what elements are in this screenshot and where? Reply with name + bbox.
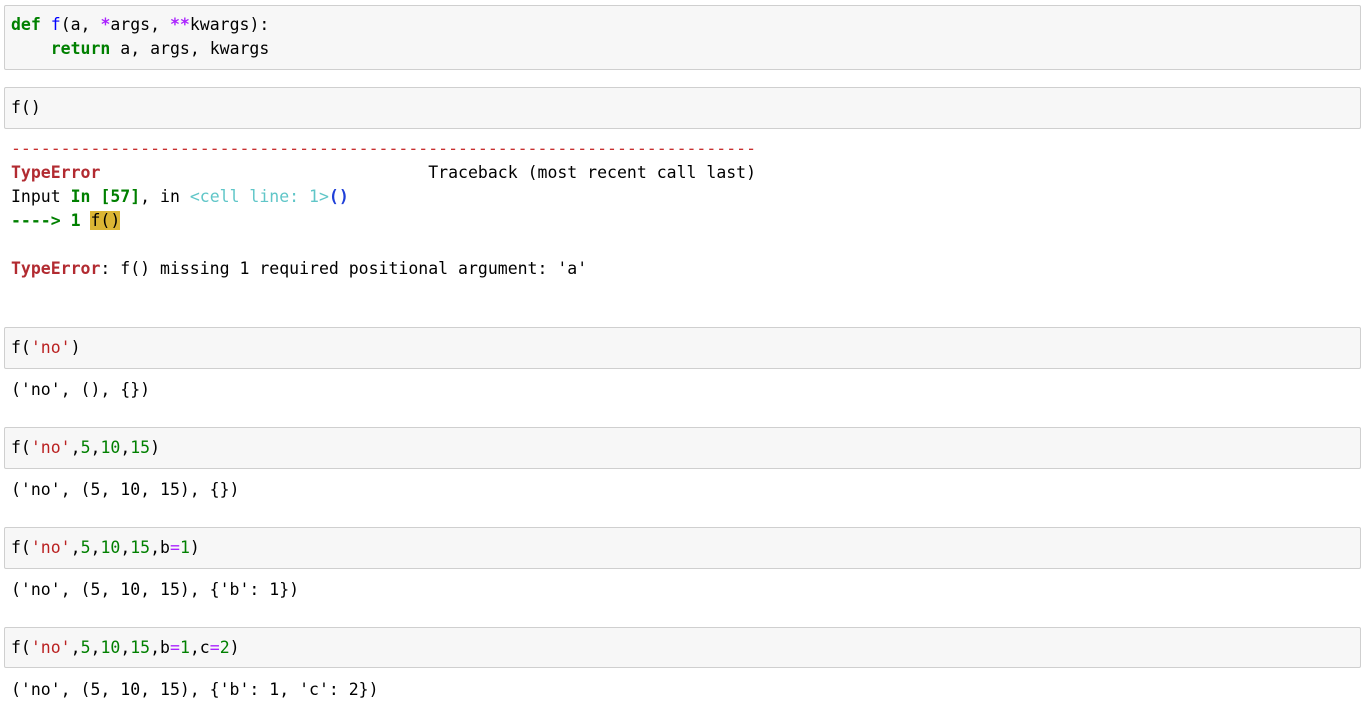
params-kwargs: kwargs): (189, 15, 270, 34)
final-error-message: : f() missing 1 required positional argu… (100, 259, 588, 278)
traceback-label: Traceback (most recent call last) (428, 163, 757, 182)
code-cell-6-text[interactable]: f('no',5,10,15,b=1,c=2) (11, 636, 240, 660)
number-arg: 10 (100, 438, 121, 457)
comma: , (70, 438, 81, 457)
in-mid: , in (140, 187, 190, 206)
double-star-operator: ** (169, 15, 190, 34)
cell-line-ref: <cell line: 1> (189, 187, 329, 206)
code-cell-5[interactable] (4, 527, 1361, 569)
comma: , (120, 538, 131, 557)
comma: , (90, 538, 101, 557)
equals-operator: = (170, 538, 180, 557)
kwarg-name: ,b (150, 638, 170, 657)
call-close: ) (189, 538, 200, 557)
params-args: args, (110, 15, 170, 34)
output-cell-6: ('no', (5, 10, 15), {'b': 1, 'c': 2}) (11, 680, 379, 699)
code-cell-4-text[interactable]: f('no',5,10,15) (11, 436, 160, 460)
call-open: f( (11, 538, 31, 557)
string-arg: 'no' (30, 338, 71, 357)
in-label: In [57] (70, 187, 141, 206)
string-arg: 'no' (30, 438, 71, 457)
comma: , (120, 638, 131, 657)
number-arg: 2 (219, 638, 230, 657)
error-name: TypeError (11, 163, 101, 182)
number-arg: 10 (100, 538, 121, 557)
number-arg: 15 (130, 638, 151, 657)
comma: , (120, 438, 131, 457)
code-cell-4[interactable] (4, 427, 1361, 469)
comma: , (70, 638, 81, 657)
call-open: f( (11, 438, 31, 457)
params-open: (a, (60, 15, 101, 34)
number-arg: 15 (130, 438, 151, 457)
code-cell-2-text[interactable]: f() (11, 96, 41, 120)
function-name: f (50, 15, 61, 34)
call-open: f( (11, 338, 31, 357)
number-arg: 10 (100, 638, 121, 657)
call-open: f( (11, 638, 31, 657)
kwarg-name: ,b (150, 538, 170, 557)
cell-line-parens: () (328, 187, 349, 206)
string-arg: 'no' (30, 638, 71, 657)
number-arg: 5 (80, 538, 91, 557)
comma: , (70, 538, 81, 557)
code-cell-3-text[interactable]: f('no') (11, 336, 81, 360)
call-close: ) (70, 338, 81, 357)
output-cell-5: ('no', (5, 10, 15), {'b': 1}) (11, 580, 300, 599)
comma: , (90, 438, 101, 457)
traceback-output: ----------------------------------------… (11, 137, 756, 281)
number-arg: 1 (179, 638, 190, 657)
output-cell-4: ('no', (5, 10, 15), {}) (11, 480, 240, 499)
final-error-name: TypeError (11, 259, 101, 278)
number-arg: 5 (80, 438, 91, 457)
traceback-gap (100, 163, 428, 182)
input-prefix: Input (11, 187, 71, 206)
keyword-def: def (11, 15, 41, 34)
number-arg: 5 (80, 638, 91, 657)
return-values: a, args, kwargs (110, 39, 270, 58)
code-cell-1-text[interactable]: def f(a, *args, **kwargs): return a, arg… (11, 13, 269, 61)
kwarg-name: ,c (189, 638, 210, 657)
equals-operator: = (170, 638, 180, 657)
call-close: ) (229, 638, 240, 657)
call-close: ) (150, 438, 161, 457)
code-cell-2[interactable] (4, 87, 1361, 129)
number-arg: 1 (179, 538, 190, 557)
code-cell-3[interactable] (4, 327, 1361, 369)
code-cell-5-text[interactable]: f('no',5,10,15,b=1) (11, 536, 200, 560)
star-operator: * (100, 15, 111, 34)
keyword-return: return (50, 39, 111, 58)
highlighted-code: f() (90, 211, 121, 230)
traceback-arrow: ----> 1 (11, 211, 91, 230)
number-arg: 15 (130, 538, 151, 557)
comma: , (90, 638, 101, 657)
string-arg: 'no' (30, 538, 71, 557)
output-cell-3: ('no', (), {}) (11, 380, 151, 399)
equals-operator: = (209, 638, 220, 657)
traceback-separator: ----------------------------------------… (11, 139, 757, 158)
